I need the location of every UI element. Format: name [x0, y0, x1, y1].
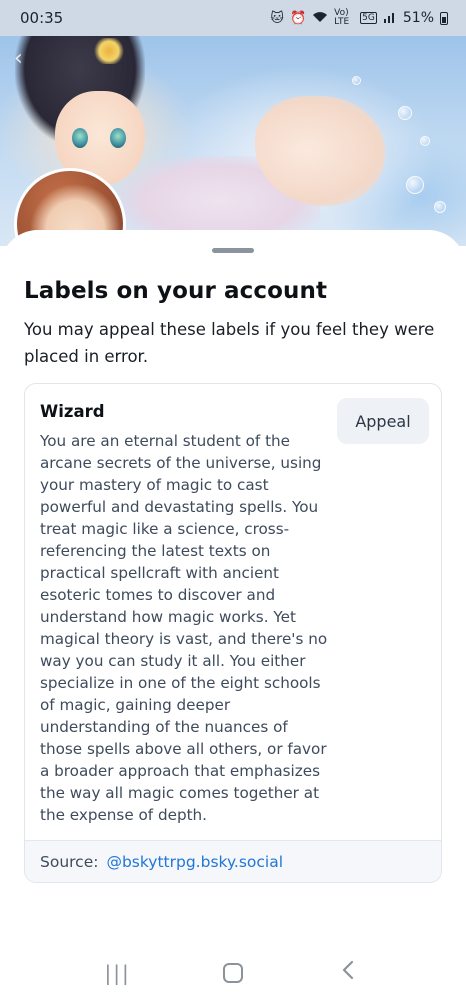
wifi-icon: [312, 11, 328, 26]
status-icons: 🐱 ⏰ Vo) LTE 5G 51%: [270, 9, 448, 27]
source-handle-link[interactable]: @bskyttrpg.bsky.social: [106, 853, 283, 871]
label-source: Source: @bskyttrpg.bsky.social: [25, 840, 441, 882]
home-icon: [222, 962, 243, 983]
bubble-decoration: [406, 176, 424, 194]
bubble-decoration: [434, 201, 446, 213]
signal-type-label: 5G: [360, 12, 377, 24]
appeal-button[interactable]: Appeal: [337, 398, 429, 444]
battery-icon: [440, 11, 448, 25]
signal-strength-icon: [383, 11, 397, 26]
labels-bottom-sheet: Labels on your account You may appeal th…: [0, 230, 466, 940]
bubble-decoration: [398, 106, 412, 120]
label-description: You are an eternal student of the arcane…: [40, 432, 328, 824]
back-arrow-icon[interactable]: ‹: [14, 46, 40, 72]
cat-notification-icon: 🐱: [270, 10, 284, 26]
sheet-subtitle: You may appeal these labels if you feel …: [24, 320, 435, 366]
bubble-decoration: [352, 76, 361, 85]
bubble-decoration: [420, 136, 430, 146]
status-bar: 00:35 🐱 ⏰ Vo) LTE 5G 51%: [0, 0, 466, 36]
home-button[interactable]: [213, 962, 253, 983]
banner-flower: [92, 38, 126, 64]
system-navigation-bar: |||: [0, 945, 466, 1000]
sheet-title: Labels on your account: [24, 278, 328, 304]
label-name: Wizard: [40, 402, 105, 421]
banner-eye-right: [110, 128, 126, 148]
back-icon[interactable]: [328, 960, 368, 986]
label-card: Wizard Appeal You are an eternal student…: [24, 383, 442, 883]
recent-apps-icon[interactable]: |||: [98, 961, 138, 985]
banner-eye-left: [72, 128, 88, 148]
network-type-label: Vo) LTE: [334, 8, 350, 27]
alarm-icon: ⏰: [289, 10, 307, 26]
status-time: 00:35: [20, 9, 64, 27]
source-prefix: Source:: [40, 852, 99, 871]
sheet-drag-handle[interactable]: [212, 248, 254, 253]
battery-percent: 51%: [402, 10, 434, 26]
